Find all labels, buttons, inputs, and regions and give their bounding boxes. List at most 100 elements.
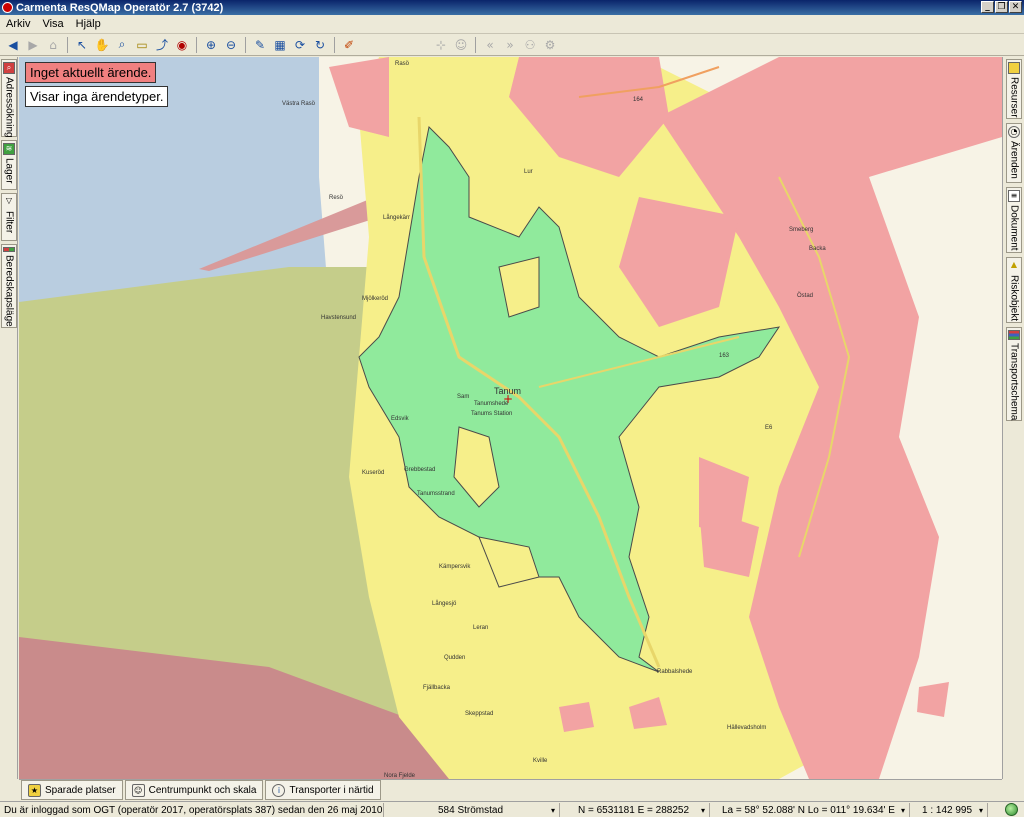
target-icon[interactable]: ⊹ (432, 36, 450, 54)
connection-status-icon (1005, 803, 1018, 816)
zone-red-patch (559, 702, 594, 732)
address-search-icon: ⌕ (3, 62, 15, 74)
home-icon[interactable]: ⌂ (44, 36, 62, 54)
label-lur: Lur (524, 169, 533, 175)
scale-select[interactable]: 1 : 142 995 ▾ (910, 803, 988, 817)
back-arrow-icon[interactable]: ◀ (4, 36, 22, 54)
tab-arenden[interactable]: ◔ Ärenden (1006, 123, 1022, 183)
zoom-in-icon[interactable]: ⊕ (202, 36, 220, 54)
toolbar-separator (67, 36, 68, 53)
tab-adressokning[interactable]: ⌕ Adressökning (1, 59, 17, 138)
label-qudden: Qudden (444, 655, 465, 661)
menu-bar: Arkiv Visa Hjälp (0, 15, 1024, 34)
label-backa: Backa (809, 246, 826, 252)
label-tanums-station: Tanums Station (471, 411, 512, 417)
main-toolbar: ◀ ▶ ⌂ ↖ ✋ ⌕ ▭ ⤴ ◉ ⊕ ⊖ ✎ ▦ ⟳ ↻ ✐ ⊹ ☺ « » … (0, 34, 1024, 56)
toolbar-separator (334, 36, 335, 53)
label-rabbalshede: Rabbalshede (657, 669, 693, 675)
menu-visa[interactable]: Visa (42, 18, 63, 30)
info-icon: i (272, 783, 286, 797)
pan-hand-icon[interactable]: ✋ (93, 36, 111, 54)
no-current-case-notice: Inget aktuellt ärende. (25, 62, 157, 83)
saved-places-icon: ★ (28, 783, 41, 797)
tab-dokument[interactable]: ≡ Dokument (1006, 187, 1022, 253)
tab-lager[interactable]: ≋ Lager (1, 140, 17, 190)
label-tanumshede: Tanumshede (474, 401, 509, 407)
no-case-types-notice: Visar inga ärendetyper. (25, 86, 169, 107)
tab-centrumpunkt-och-skala[interactable]: ☺ Centrumpunkt och skala (124, 780, 264, 800)
app-logo-icon (2, 2, 13, 13)
tab-transportschema[interactable]: Transportschema (1006, 327, 1022, 421)
group-icon[interactable]: ⚇ (521, 36, 539, 54)
draw-icon[interactable]: ✎ (251, 36, 269, 54)
next-step-icon[interactable]: » (501, 36, 519, 54)
label-hallevadsholm: Hällevadsholm (727, 725, 766, 731)
chevron-down-icon[interactable]: ▾ (897, 806, 905, 815)
preparedness-icon (3, 247, 15, 253)
resources-icon (1008, 62, 1020, 74)
label-grebbestad: Grebbestad (404, 467, 435, 473)
zoom-box-icon[interactable]: ⌕ (113, 36, 131, 54)
go-icon[interactable]: ◉ (173, 36, 191, 54)
toolbar-separator (245, 36, 246, 53)
document-icon: ≡ (1008, 190, 1020, 202)
tab-riskobjekt[interactable]: ▲ Riskobjekt (1006, 257, 1022, 323)
warning-icon: ▲ (1010, 260, 1018, 269)
chevron-down-icon[interactable]: ▾ (975, 806, 983, 815)
area-select[interactable]: 584 Strömstad ▾ (384, 803, 560, 817)
prev-step-icon[interactable]: « (481, 36, 499, 54)
label-kampersvik: Kämpersvik (439, 564, 471, 570)
road-shield-e6: E6 (765, 425, 773, 431)
road-shield-164: 164 (633, 97, 644, 103)
refresh-map-icon[interactable]: ⟳ (291, 36, 309, 54)
label-leran: Leran (473, 625, 488, 631)
close-button[interactable]: ✕ (1009, 1, 1022, 13)
tab-beredskapslage[interactable]: Beredskapsläge (1, 244, 17, 328)
tab-filter[interactable]: ▽ Filter (1, 193, 17, 241)
toolbar-separator (475, 36, 476, 53)
label-sam: Sam (457, 394, 469, 400)
menu-hjalp[interactable]: Hjälp (76, 18, 101, 30)
coordinate-latlon-select[interactable]: La = 58° 52.088' N Lo = 011° 19.634' E ▾ (710, 803, 910, 817)
tab-resurser[interactable]: Resurser (1006, 59, 1022, 119)
label-havstensund: Havstensund (321, 315, 356, 321)
map-view[interactable]: + Tanum Tanumshede Tanums Station Sam Ed… (19, 57, 1002, 779)
settings-icon[interactable]: ⚙ (541, 36, 559, 54)
zone-red-patch (917, 682, 949, 717)
restore-button[interactable]: ❐ (995, 1, 1008, 13)
minimize-button[interactable]: _ (981, 1, 994, 13)
filter-icon: ▽ (5, 196, 13, 205)
window-title: Carmenta ResQMap Operatör 2.7 (3742) (16, 1, 224, 14)
label-tanumsstrand: Tanumsstrand (417, 491, 455, 497)
label-mjolkerod: Mjölkeröd (362, 296, 388, 302)
eraser-icon[interactable]: ✐ (340, 36, 358, 54)
label-vastra-raso: Västra Rasö (282, 101, 316, 107)
measure-icon[interactable]: ▭ (133, 36, 151, 54)
transport-schedule-icon (1008, 330, 1020, 340)
label-tanum: Tanum (494, 386, 521, 396)
bottom-panel-tabs: ★ Sparade platser ☺ Centrumpunkt och ska… (19, 779, 1002, 801)
chevron-down-icon[interactable]: ▾ (547, 806, 555, 815)
chevron-down-icon[interactable]: ▾ (697, 806, 705, 815)
map-view-icon[interactable]: ▦ (271, 36, 289, 54)
forward-arrow-icon[interactable]: ▶ (24, 36, 42, 54)
label-reso: Resö (329, 195, 344, 201)
center-point-icon: ☺ (131, 783, 145, 797)
tab-sparade-platser[interactable]: ★ Sparade platser (21, 780, 123, 800)
coordinate-ne-select[interactable]: N = 6531181 E = 288252 ▾ (560, 803, 710, 817)
label-fjallbacka: Fjällbacka (423, 685, 451, 691)
login-status: Du är inloggad som OGT (operatör 2017, o… (0, 803, 384, 817)
zoom-out-icon[interactable]: ⊖ (222, 36, 240, 54)
user-locate-icon[interactable]: ☺ (452, 36, 470, 54)
map-canvas[interactable]: + Tanum Tanumshede Tanums Station Sam Ed… (19, 57, 1002, 779)
tab-transporter-i-nartid[interactable]: i Transporter i närtid (265, 780, 381, 800)
cases-icon: ◔ (1008, 126, 1020, 138)
route-icon[interactable]: ⤴ (153, 36, 171, 54)
label-langekarr: Långekärr (383, 214, 410, 221)
label-smeberg: Smeberg (789, 227, 813, 233)
menu-arkiv[interactable]: Arkiv (6, 18, 30, 30)
pointer-icon[interactable]: ↖ (73, 36, 91, 54)
rotate-map-icon[interactable]: ↻ (311, 36, 329, 54)
layers-icon: ≋ (3, 143, 15, 155)
label-kville: Kville (533, 758, 548, 764)
